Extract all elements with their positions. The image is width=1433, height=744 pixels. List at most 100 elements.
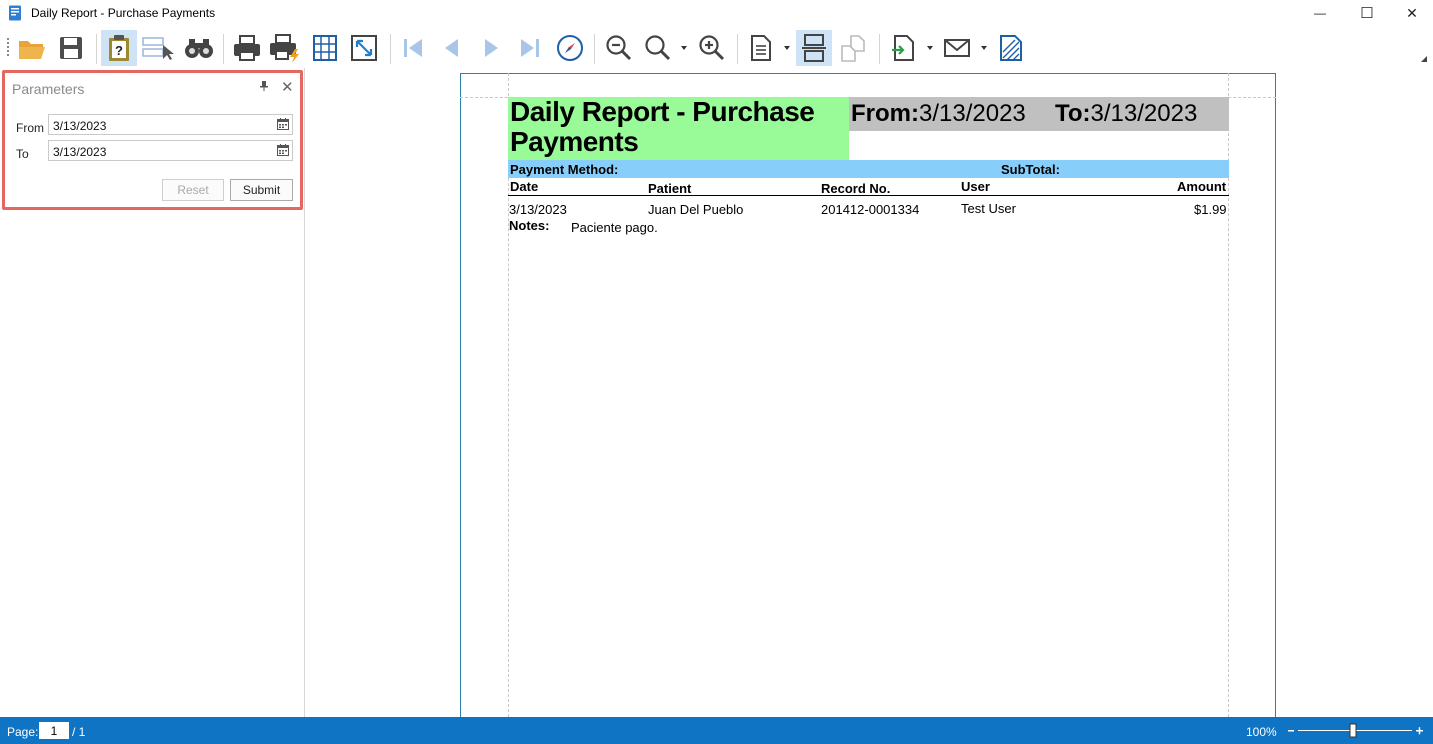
parameters-icon: ? <box>109 35 129 61</box>
calendar-icon[interactable] <box>277 118 289 130</box>
navigation-pane-button[interactable] <box>552 30 588 66</box>
zoom-level: 100% <box>1246 725 1277 739</box>
zoom-thumb <box>1349 723 1357 738</box>
parameters-title: Parameters <box>12 81 85 97</box>
zoom-in-icon <box>699 35 725 61</box>
report-from: From:3/13/2023 <box>851 100 1026 128</box>
row-notes: Paciente pago. <box>571 220 658 235</box>
export-button[interactable] <box>886 30 922 66</box>
row-date: 3/13/2023 <box>509 202 567 217</box>
zoom-button[interactable] <box>640 30 676 66</box>
zoom-out-icon <box>606 35 632 61</box>
minimize-button[interactable]: — <box>1297 0 1343 26</box>
editing-fields-icon <box>142 37 174 60</box>
close-button[interactable]: ✕ <box>1389 0 1433 26</box>
single-page-button[interactable] <box>743 30 779 66</box>
editing-fields-button[interactable] <box>140 30 176 66</box>
pin-icon[interactable] <box>259 80 269 92</box>
payment-method-label: Payment Method: <box>510 162 619 177</box>
close-icon: ✕ <box>1406 4 1418 21</box>
toolbar-overflow-icon[interactable] <box>1421 56 1427 62</box>
reset-button[interactable]: Reset <box>162 179 224 201</box>
print-icon <box>234 35 260 61</box>
toolbar-grip[interactable] <box>7 38 9 56</box>
next-page-button[interactable] <box>474 30 510 66</box>
to-date-field[interactable]: 3/13/2023 <box>48 140 293 161</box>
next-page-icon <box>485 39 498 57</box>
previous-page-button[interactable] <box>433 30 469 66</box>
row-amount: $1.99 <box>1194 202 1227 217</box>
search-icon <box>185 39 213 58</box>
save-button[interactable] <box>53 30 89 66</box>
scale-button[interactable] <box>346 30 382 66</box>
page-dropdown-icon[interactable] <box>784 46 790 50</box>
title-bar: Daily Report - Purchase Payments — ☐ ✕ <box>0 0 1433 26</box>
report-title: Daily Report - Purchase Payments <box>508 97 849 160</box>
save-icon <box>60 37 82 59</box>
left-pane: Parameters ✕ From 3/13/2023 To 3/13/2023… <box>0 68 305 717</box>
submit-button[interactable]: Submit <box>230 179 293 201</box>
report-to: To:3/13/2023 <box>1055 100 1197 128</box>
subtotal-label: SubTotal: <box>1001 162 1060 177</box>
multipage-button[interactable] <box>835 30 871 66</box>
report-to-value: 3/13/2023 <box>1090 100 1198 127</box>
page-setup-button[interactable] <box>307 30 343 66</box>
single-page-icon <box>751 35 771 61</box>
to-date-value: 3/13/2023 <box>53 145 107 159</box>
continuous-scroll-button[interactable] <box>796 30 832 66</box>
search-button[interactable] <box>181 30 217 66</box>
calendar-icon[interactable] <box>277 144 289 156</box>
print-button[interactable] <box>229 30 265 66</box>
parameters-panel: Parameters ✕ From 3/13/2023 To 3/13/2023… <box>2 70 303 210</box>
quick-print-button[interactable] <box>267 30 303 66</box>
zoom-dropdown-icon[interactable] <box>681 46 687 50</box>
column-header-user: User <box>961 179 990 194</box>
toolbar: ? <box>0 28 1433 68</box>
last-page-button[interactable] <box>512 30 548 66</box>
first-page-icon <box>404 39 422 57</box>
report-from-label: From: <box>851 100 919 127</box>
header-rule <box>508 195 1229 196</box>
page-number-input[interactable]: 1 <box>39 722 69 739</box>
svg-text:?: ? <box>115 43 123 58</box>
report-title-line1: Daily Report - Purchase <box>510 96 815 127</box>
last-page-icon <box>521 39 539 57</box>
window-title: Daily Report - Purchase Payments <box>31 6 216 20</box>
row-notes-label: Notes: <box>509 218 550 233</box>
navigation-pane-icon <box>557 35 583 61</box>
zoom-in-button[interactable] <box>694 30 730 66</box>
parameters-button[interactable]: ? <box>101 30 137 66</box>
page-label: Page: <box>7 725 39 739</box>
first-page-button[interactable] <box>395 30 431 66</box>
report-title-line2: Payments <box>510 126 639 157</box>
column-header-record: Record No. <box>821 181 891 196</box>
multipage-icon <box>841 35 865 62</box>
export-dropdown-icon[interactable] <box>927 46 933 50</box>
column-header-amount: Amount <box>1177 179 1227 194</box>
column-header-patient: Patient <box>648 181 692 196</box>
scale-icon <box>351 35 377 61</box>
zoom-minus-icon <box>1288 730 1294 732</box>
zoom-slider[interactable] <box>1288 722 1424 740</box>
open-button[interactable] <box>15 30 51 66</box>
row-patient: Juan Del Pueblo <box>648 202 744 217</box>
close-panel-icon[interactable]: ✕ <box>281 78 294 96</box>
from-date-field[interactable]: 3/13/2023 <box>48 114 293 135</box>
maximize-button[interactable]: ☐ <box>1344 0 1390 26</box>
zoom-out-button[interactable] <box>601 30 637 66</box>
watermark-icon <box>1000 35 1022 61</box>
watermark-button[interactable] <box>993 30 1029 66</box>
send-email-button[interactable] <box>939 30 975 66</box>
page-total: / 1 <box>72 725 86 739</box>
minimize-icon: — <box>1314 6 1326 20</box>
from-label: From <box>16 121 44 135</box>
report-from-value: 3/13/2023 <box>919 100 1026 127</box>
column-header-date: Date <box>510 179 539 194</box>
open-icon <box>19 41 45 59</box>
app-icon <box>9 5 21 21</box>
status-bar: Page: 1 / 1 100% <box>0 717 1433 744</box>
page-setup-icon <box>313 35 337 61</box>
email-dropdown-icon[interactable] <box>981 46 987 50</box>
row-record: 201412-0001334 <box>821 202 920 217</box>
send-email-icon <box>944 39 970 57</box>
